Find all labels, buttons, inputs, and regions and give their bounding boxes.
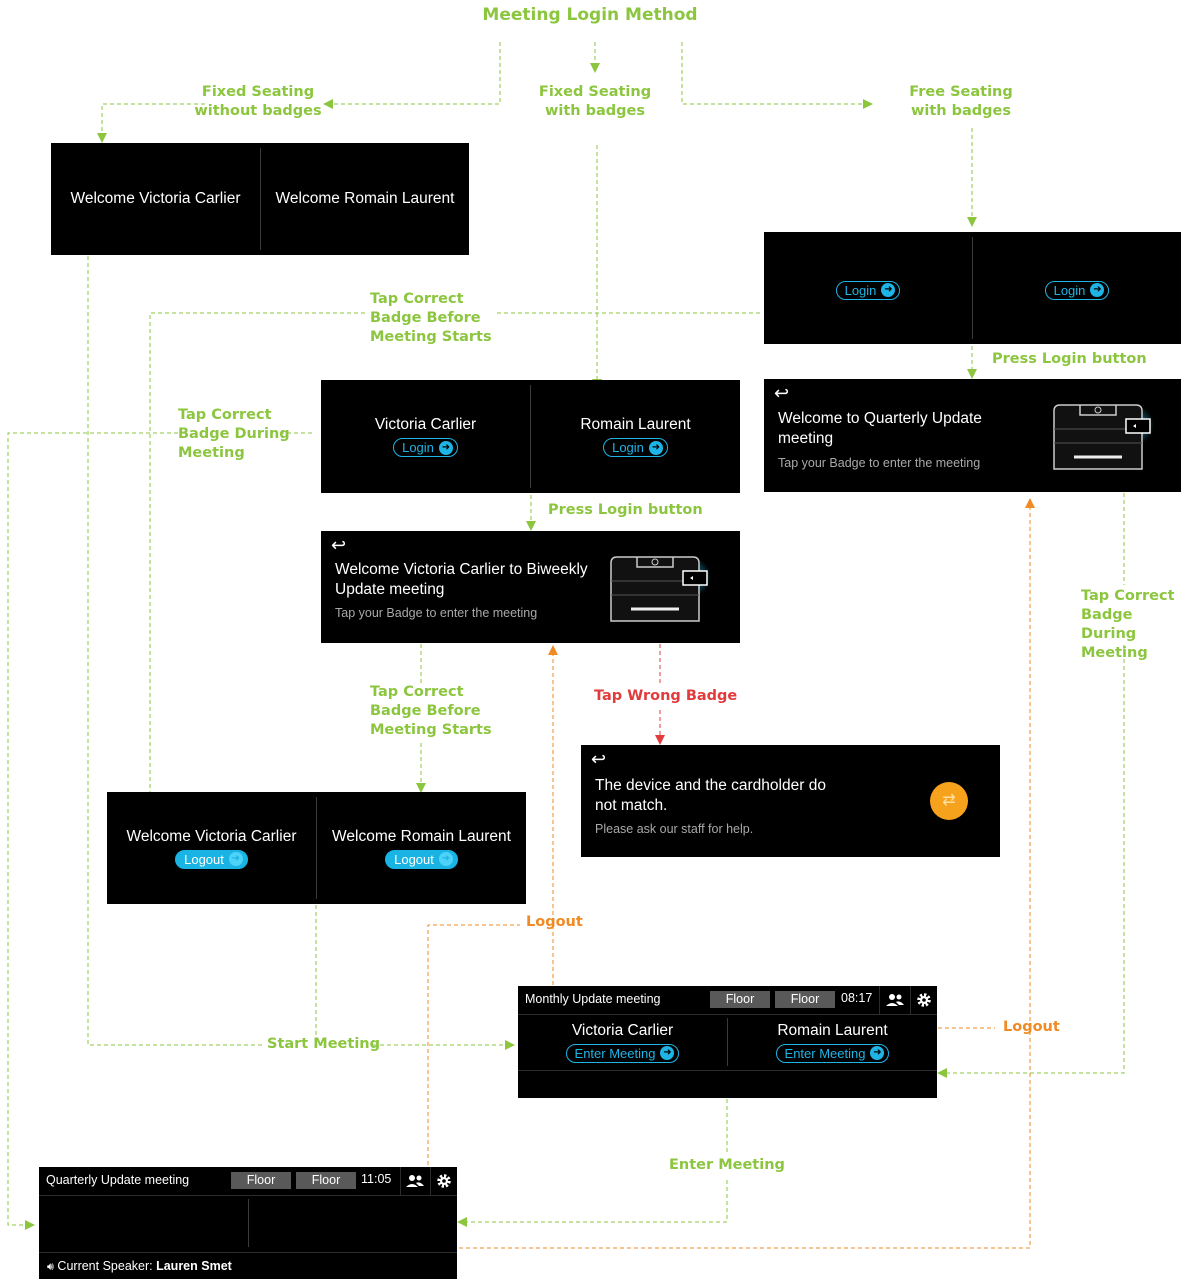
badge-tap-screen-fixed: ↩ Welcome Victoria Carlier to Biweekly U…: [321, 531, 740, 643]
settings-gear-icon[interactable]: [433, 1170, 455, 1192]
arrow-right-icon: ➜: [438, 440, 453, 455]
logout-label: Logout: [184, 851, 224, 867]
back-icon[interactable]: ↩: [774, 383, 789, 404]
login-label: Login: [612, 440, 644, 455]
arrow-right-icon: ➜: [648, 440, 663, 455]
enter-meeting-label: Enter Meeting: [784, 1045, 866, 1061]
welcome-left-name: Welcome Victoria Carlier: [70, 190, 241, 207]
meeting-top-bar: Quarterly Update meeting Floor Floor 11:…: [39, 1167, 457, 1195]
seat-name-right: Romain Laurent: [777, 1021, 888, 1039]
badge-tap-screen-free: ↩ Welcome to Quarterly Update meeting Ta…: [764, 379, 1181, 492]
arrow-right-icon: ➜: [228, 852, 243, 866]
label-logout-1: Logout: [526, 914, 583, 930]
free-login-screen: Login ➜ Login ➜: [764, 232, 1181, 344]
seat-name-left: Victoria Carlier: [571, 1021, 674, 1039]
floor-button[interactable]: Floor: [775, 991, 835, 1008]
welcome-screen: Welcome Victoria Carlier Welcome Romain …: [51, 143, 469, 255]
arrow-right-icon: ➜: [660, 1046, 675, 1060]
enter-meeting-label: Enter Meeting: [574, 1045, 656, 1061]
label-tap-during-2: Tap Correct Badge During Meeting: [1081, 588, 1175, 661]
bottom-bar-border: [518, 1070, 937, 1071]
label-fixed-no-badge: Fixed Seating without badges: [194, 84, 322, 119]
arrow-right-icon: ➜: [1090, 283, 1105, 297]
login-button[interactable]: Login ➜: [393, 438, 458, 457]
meeting-title: Monthly Update meeting: [525, 992, 661, 1006]
diagram-title: Meeting Login Method: [482, 5, 698, 25]
login-button[interactable]: Login ➜: [1044, 280, 1110, 300]
quarterly-meeting-screen: Quarterly Update meeting Floor Floor 11:…: [39, 1167, 457, 1279]
monthly-meeting-screen: Monthly Update meeting Floor Floor 08:17…: [518, 986, 937, 1098]
enter-meeting-button[interactable]: Enter Meeting ➜: [565, 1043, 680, 1063]
badge-reader-icon: [1053, 404, 1154, 470]
top-bar-border: [39, 1195, 457, 1196]
label-logout-2: Logout: [1003, 1019, 1060, 1035]
login-label: Login: [402, 440, 434, 455]
speaker-icon: 🔊︎: [47, 1261, 54, 1273]
logout-label: Logout: [394, 851, 434, 867]
login-label: Login: [1053, 282, 1086, 298]
label-tap-before-2: Tap Correct Badge Before Meeting Starts: [370, 684, 492, 738]
fixed-login-screen: Victoria Carlier Login ➜ Romain Laurent L…: [321, 380, 740, 493]
speaker-name: Lauren Smet: [156, 1259, 232, 1273]
arrow-title-to-fixed-no-badge: [323, 42, 501, 109]
label-tap-during-1: Tap Correct Badge During Meeting: [178, 407, 290, 461]
floor-button[interactable]: Floor: [296, 1172, 356, 1189]
welcome-right-name: Welcome Romain Laurent: [275, 190, 455, 207]
login-button[interactable]: Login ➜: [835, 280, 901, 300]
floor-button[interactable]: Floor: [231, 1172, 291, 1189]
arrow-start-meeting: [87, 256, 510, 1045]
toolbar-separator: [910, 986, 911, 1014]
label-press-login-2: Press Login button: [548, 502, 703, 518]
logout-button[interactable]: Logout ➜: [385, 849, 458, 869]
bottom-bar-border: [39, 1252, 457, 1253]
meeting-top-bar: Monthly Update meeting Floor Floor 08:17: [518, 986, 937, 1014]
speaker-label: Current Speaker:: [57, 1259, 153, 1273]
mismatch-subtitle: Please ask our staff for help.: [595, 822, 754, 836]
participants-icon[interactable]: [404, 1170, 426, 1192]
mismatch-screen: ↩ The device and the cardholder do not m…: [581, 745, 1000, 857]
toolbar-separator: [400, 1167, 401, 1195]
badge-title: Welcome Victoria Carlier to Biweekly Upd…: [335, 561, 588, 598]
arrow-right-icon: ➜: [881, 283, 896, 297]
mismatch-title: The device and the cardholder do not mat…: [595, 777, 826, 814]
floor-button[interactable]: Floor: [710, 991, 770, 1008]
arrow-title-to-free-badge: [681, 42, 873, 109]
back-icon[interactable]: ↩: [591, 749, 606, 770]
current-speaker-bar: 🔊︎ Current Speaker: Lauren Smet: [47, 1259, 232, 1274]
arrow-right-icon: ➜: [870, 1046, 885, 1060]
label-tap-before-1: Tap Correct Badge Before Meeting Starts: [370, 291, 492, 345]
arrow-right-icon: ➜: [438, 852, 453, 866]
toolbar-separator: [879, 986, 880, 1014]
logged-in-screen: Welcome Victoria Carlier Logout ➜ Welcome…: [107, 792, 526, 904]
badge-subtitle: Tap your Badge to enter the meeting: [335, 606, 538, 620]
label-tap-wrong: Tap Wrong Badge: [594, 688, 738, 704]
logout-button[interactable]: Logout ➜: [175, 849, 248, 869]
label-start-meeting: Start Meeting: [267, 1036, 380, 1052]
error-swap-icon: ⇄: [930, 782, 968, 820]
label-fixed-badge: Fixed Seating with badges: [538, 84, 652, 119]
login-label: Login: [844, 282, 877, 298]
seat-name-left: Victoria Carlier: [374, 416, 477, 433]
login-button[interactable]: Login ➜: [603, 438, 668, 457]
back-icon[interactable]: ↩: [331, 535, 346, 556]
label-free-badge: Free Seating with badges: [909, 84, 1013, 119]
clock: 11:05: [361, 1172, 392, 1186]
logged-in-right-name: Welcome Romain Laurent: [332, 827, 511, 845]
seat-name-right: Romain Laurent: [580, 416, 691, 433]
badge-title: Welcome to Quarterly Update meeting: [778, 410, 982, 447]
logged-in-left-name: Welcome Victoria Carlier: [126, 827, 297, 845]
badge-reader-icon: [610, 556, 711, 622]
meeting-title: Quarterly Update meeting: [46, 1173, 190, 1187]
toolbar-separator: [430, 1167, 431, 1195]
label-press-login-1: Press Login button: [992, 351, 1147, 367]
label-enter-meeting: Enter Meeting: [669, 1157, 785, 1173]
clock: 08:17: [841, 991, 873, 1005]
badge-subtitle: Tap your Badge to enter the meeting: [778, 456, 981, 470]
participants-icon[interactable]: [884, 989, 906, 1011]
enter-meeting-button[interactable]: Enter Meeting ➜: [775, 1043, 890, 1063]
settings-gear-icon[interactable]: [913, 989, 935, 1011]
screen-divider: [248, 1199, 249, 1247]
